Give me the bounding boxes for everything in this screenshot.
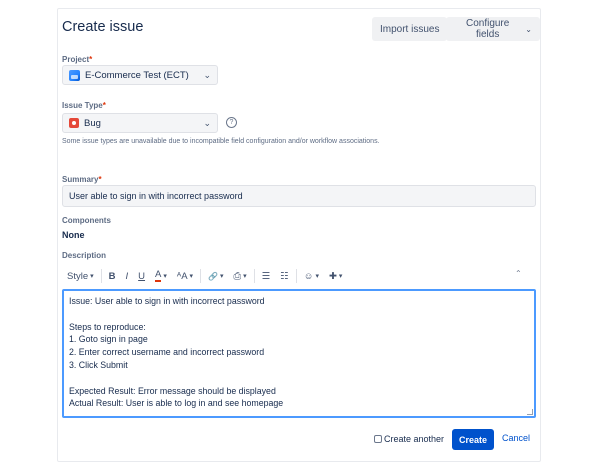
required-marker: * (89, 55, 93, 64)
chevron-down-icon: ⌄ (203, 117, 211, 128)
attachment-icon: ⎙ (233, 270, 242, 282)
chevron-down-icon: ▾ (220, 273, 224, 280)
chevron-down-icon: ▾ (90, 273, 94, 280)
issue-type-label: Issue Type* (62, 101, 106, 110)
issue-type-select-value: Bug (84, 117, 101, 129)
required-marker: * (98, 175, 102, 184)
cancel-button[interactable]: Cancel (502, 433, 530, 443)
toolbar-divider (100, 269, 102, 283)
chevron-down-icon: ▾ (315, 273, 319, 280)
link-icon: 🔗 (208, 271, 219, 281)
issue-type-label-text: Issue Type (62, 101, 103, 110)
emoji-icon: ☺ (303, 270, 314, 282)
description-line: Actual Result: User is able to log in an… (69, 398, 284, 409)
toolbar-divider (200, 269, 202, 283)
emoji-button[interactable]: ☺ ▾ (299, 267, 324, 285)
chevron-down-icon: ⌄ (203, 69, 211, 80)
bullet-list-icon: ☰ (261, 270, 271, 282)
chevron-down-icon: ▾ (338, 273, 343, 280)
numbered-list-icon: ☷ (280, 270, 289, 282)
style-dropdown[interactable]: Style ▾ (62, 267, 99, 285)
import-issues-button[interactable]: Import issues (372, 17, 448, 41)
description-line: 1. Goto sign in page (69, 334, 148, 345)
resize-handle[interactable] (527, 409, 533, 415)
link-button[interactable]: 🔗 ▾ (203, 267, 228, 285)
issue-type-note: Some issue types are unavailable due to … (62, 138, 380, 145)
italic-button[interactable]: I (121, 267, 134, 285)
description-editor[interactable]: Issue: User able to sign in with incorre… (62, 289, 536, 418)
chevron-down-icon: ▾ (189, 273, 194, 280)
configure-fields-button[interactable]: Configure fields ⌄ (446, 17, 540, 41)
project-avatar-icon (69, 69, 80, 81)
bullet-list-button[interactable]: ☰ (257, 267, 276, 285)
project-select[interactable]: E-Commerce Test (ECT) ⌄ (62, 65, 218, 85)
toolbar-divider (253, 269, 255, 283)
description-line: 2. Enter correct username and incorrect … (69, 347, 265, 358)
project-label: Project* (62, 55, 92, 64)
summary-input[interactable]: User able to sign in with incorrect pass… (62, 185, 536, 207)
configure-fields-label: Configure fields (465, 18, 510, 40)
chevron-down-icon: ⌄ (525, 24, 532, 34)
attachment-button[interactable]: ⎙ ▾ (229, 267, 252, 285)
create-another-toggle[interactable]: Create another (374, 434, 444, 444)
toolbar-divider (295, 269, 297, 283)
summary-label-text: Summary (62, 175, 99, 184)
style-label: Style (67, 270, 89, 282)
components-label: Components (62, 216, 111, 225)
summary-label: Summary* (62, 175, 102, 184)
numbered-list-button[interactable]: ☷ (275, 267, 294, 285)
chevron-down-icon: ▾ (163, 273, 167, 280)
dialog-title: Create issue (62, 19, 144, 35)
required-marker: * (102, 101, 106, 110)
project-label-text: Project (62, 55, 90, 64)
description-line: Issue: User able to sign in with incorre… (69, 296, 265, 306)
text-color-icon: A (155, 269, 162, 282)
description-line: 3. Click Submit (69, 359, 128, 370)
import-issues-label: Import issues (380, 23, 440, 35)
collapse-toolbar-icon[interactable]: ⌃ (515, 269, 522, 278)
text-color-button[interactable]: A ▾ (150, 267, 172, 285)
issue-type-select[interactable]: Bug ⌄ (62, 113, 218, 133)
bold-button[interactable]: B (104, 267, 121, 285)
underline-button[interactable]: U (133, 267, 150, 285)
description-line (69, 372, 529, 385)
description-line: Steps to reproduce: (69, 321, 146, 332)
create-button[interactable]: Create (452, 429, 494, 450)
description-line: Expected Result: Error message should be… (69, 385, 276, 396)
description-line (69, 308, 529, 321)
create-another-label: Create another (384, 434, 445, 444)
text-size-icon: ᴬA (176, 270, 188, 282)
plus-icon: ✚ (328, 270, 337, 282)
bug-icon (69, 118, 79, 128)
insert-button[interactable]: ✚ ▾ (324, 267, 347, 285)
description-label: Description (62, 251, 107, 260)
chevron-down-icon: ▾ (243, 273, 247, 280)
editor-toolbar: Style ▾ B I U A ▾ ᴬA ▾ 🔗 ▾ ⎙ ▾ ☰ ☷ ☺ ▾ ✚… (62, 265, 536, 287)
create-another-checkbox[interactable] (374, 435, 382, 443)
help-icon[interactable]: ? (226, 117, 237, 128)
create-issue-dialog: Create issue Import issues Configure fie… (57, 8, 541, 462)
text-size-button[interactable]: ᴬA ▾ (172, 267, 198, 285)
project-select-value: E-Commerce Test (ECT) (85, 69, 189, 81)
components-value[interactable]: None (62, 230, 85, 240)
